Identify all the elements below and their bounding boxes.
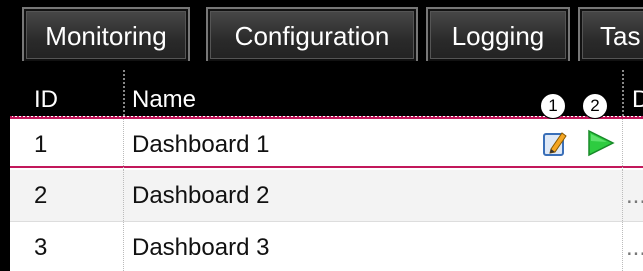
cell-extra: ... bbox=[626, 234, 643, 261]
tab-bar: Monitoring Configuration Logging Tas bbox=[6, 7, 643, 63]
column-header-extra[interactable]: D bbox=[622, 64, 643, 116]
callout-marker-1: 1 bbox=[540, 93, 566, 119]
cell-id: 3 bbox=[34, 234, 48, 261]
edit-pencil-icon[interactable] bbox=[543, 129, 567, 157]
callout-marker-2: 2 bbox=[582, 93, 608, 119]
cell-divider bbox=[622, 119, 623, 170]
tab-label: Logging bbox=[451, 21, 545, 51]
tab-configuration[interactable]: Configuration bbox=[206, 7, 418, 61]
tab-label: Monitoring bbox=[45, 21, 167, 51]
cell-name: Dashboard 2 bbox=[132, 182, 270, 209]
play-icon[interactable] bbox=[585, 129, 615, 157]
table-row[interactable]: 2 Dashboard 2 ... bbox=[10, 170, 643, 221]
tab-label: Configuration bbox=[234, 21, 390, 51]
cell-name: Dashboard 1 bbox=[132, 131, 270, 158]
app-frame: Monitoring Configuration Logging Tas ID … bbox=[0, 0, 643, 271]
cell-extra: ... bbox=[626, 182, 643, 209]
tab-label: Tas bbox=[600, 21, 641, 51]
grid-left-border bbox=[0, 64, 10, 271]
cell-id: 1 bbox=[34, 131, 48, 158]
tab-monitoring[interactable]: Monitoring bbox=[22, 7, 190, 61]
tab-tasks[interactable]: Tas bbox=[578, 7, 643, 61]
table-row[interactable]: 1 Dashboard 1 bbox=[10, 117, 643, 170]
tab-logging[interactable]: Logging bbox=[426, 7, 570, 61]
cell-name: Dashboard 3 bbox=[132, 234, 270, 261]
cell-id: 2 bbox=[34, 182, 48, 209]
column-header-id[interactable]: ID bbox=[24, 64, 124, 116]
table-row[interactable]: 3 Dashboard 3 ... bbox=[10, 221, 643, 271]
